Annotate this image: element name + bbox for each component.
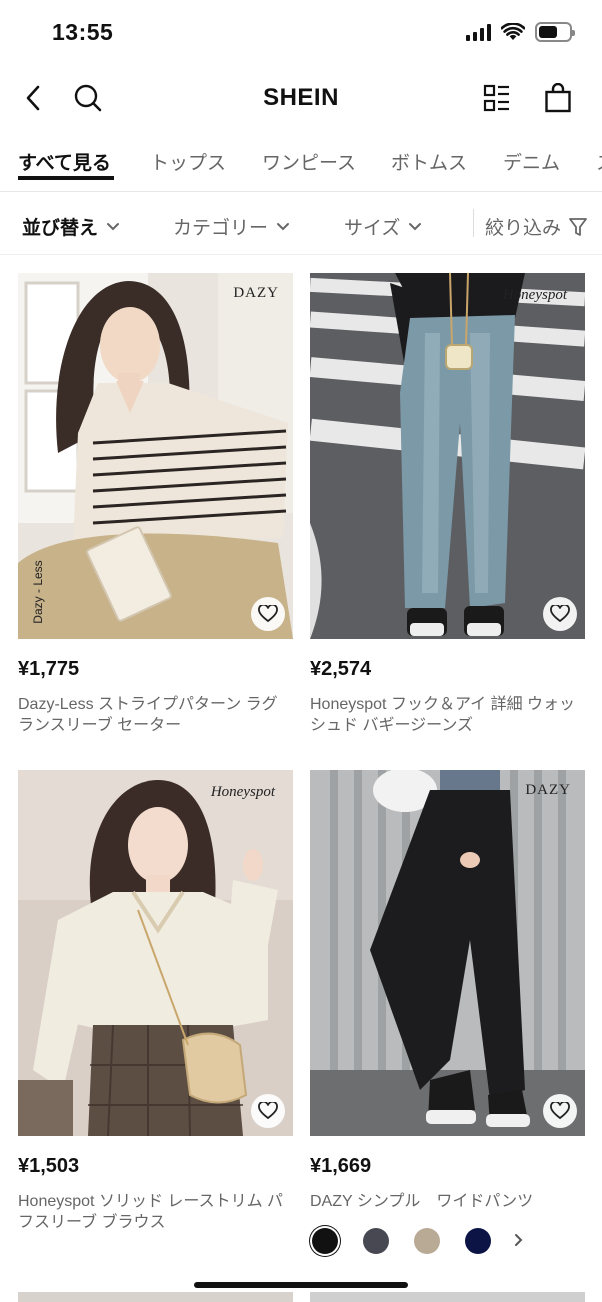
wishlist-button[interactable]: [251, 1094, 285, 1128]
color-swatches: [312, 1228, 524, 1254]
brand-logo: Honeyspot: [502, 287, 567, 303]
category-filter[interactable]: カテゴリー: [173, 213, 290, 240]
view-toggle-button[interactable]: [477, 78, 517, 118]
brand-logo: DAZY: [233, 285, 279, 301]
product-price: ¥1,503: [18, 1155, 80, 1177]
size-filter[interactable]: サイズ: [344, 213, 422, 240]
product-card[interactable]: Honeyspot ¥2,574 Honeyspot フック＆アイ 詳細 ウォッ…: [310, 273, 585, 734]
heart-icon: [258, 605, 278, 623]
product-title[interactable]: Honeyspot ソリッド レーストリム パフスリーブ ブラウス: [18, 1191, 293, 1233]
battery-icon: [535, 22, 575, 42]
color-swatch[interactable]: [414, 1228, 440, 1254]
home-indicator: [194, 1282, 408, 1288]
product-title[interactable]: DAZY シンプル ワイドパンツ: [310, 1191, 585, 1212]
cart-button[interactable]: [538, 78, 578, 118]
wifi-icon: [501, 23, 525, 40]
product-image[interactable]: DAZY: [310, 770, 585, 1136]
tab-tops[interactable]: トップス: [150, 148, 226, 175]
more-colors-button[interactable]: [514, 1231, 524, 1252]
next-product-peek: [18, 1292, 293, 1302]
brand-side-mark: Dazy - Less: [31, 560, 45, 624]
heart-icon: [550, 1102, 570, 1120]
tab-dresses[interactable]: ワンピース: [262, 148, 356, 175]
tab-denim[interactable]: デニム: [503, 148, 560, 175]
refine-label: 絞り込み: [485, 218, 562, 239]
product-price: ¥1,775: [18, 658, 80, 680]
product-card[interactable]: DAZY Dazy - Less ¥1,775 Dazy-Less ストライプパ…: [18, 273, 293, 734]
product-photo-wide-pants: [310, 770, 585, 1136]
grid-list-icon: [483, 84, 509, 112]
category-label: カテゴリー: [173, 218, 269, 239]
sort-filter[interactable]: 並び替え: [22, 213, 120, 240]
product-title[interactable]: Honeyspot フック＆アイ 詳細 ウォッシュド バギージーンズ: [310, 694, 585, 736]
wishlist-button[interactable]: [543, 597, 577, 631]
product-card[interactable]: DAZY ¥1,669 DAZY シンプル ワイドパンツ: [310, 770, 585, 1210]
product-photo-lace-blouse: [18, 770, 293, 1136]
category-tabs: すべて見る トップス ワンピース ボトムス デニム ス: [0, 140, 602, 192]
cellular-signal-icon: [466, 23, 491, 41]
color-swatch[interactable]: [312, 1228, 338, 1254]
product-title[interactable]: Dazy-Less ストライプパターン ラグランスリーブ セーター: [18, 694, 293, 736]
sort-label: 並び替え: [22, 218, 99, 239]
status-bar: 13:55: [0, 0, 602, 64]
chevron-down-icon: [107, 222, 120, 230]
size-label: サイズ: [344, 218, 401, 239]
navigation-bar: SHEIN: [0, 64, 602, 130]
chevron-down-icon: [409, 222, 422, 230]
product-price: ¥1,669: [310, 1155, 372, 1177]
brand-logo: DAZY: [525, 782, 571, 798]
filter-bar: 並び替え カテゴリー サイズ 絞り込み: [0, 193, 602, 255]
product-image[interactable]: DAZY Dazy - Less: [18, 273, 293, 639]
heart-icon: [258, 1102, 278, 1120]
shopping-bag-icon: [545, 83, 571, 113]
status-time: 13:55: [52, 19, 114, 45]
heart-icon: [550, 605, 570, 623]
product-photo-striped-sweater: [18, 273, 293, 639]
product-price: ¥2,574: [310, 658, 372, 680]
wishlist-button[interactable]: [251, 597, 285, 631]
tab-bottoms[interactable]: ボトムス: [391, 148, 467, 175]
chevron-down-icon: [277, 222, 290, 230]
chevron-right-icon: [515, 1233, 523, 1246]
tab-all[interactable]: すべて見る: [18, 148, 111, 175]
product-card[interactable]: Honeyspot ¥1,503 Honeyspot ソリッド レーストリム パ…: [18, 770, 293, 1231]
color-swatch[interactable]: [465, 1228, 491, 1254]
color-swatch[interactable]: [363, 1228, 389, 1254]
product-image[interactable]: Honeyspot: [18, 770, 293, 1136]
filter-divider: [473, 209, 474, 237]
brand-logo: Honeyspot: [210, 784, 275, 800]
tab-next[interactable]: ス: [596, 148, 602, 175]
active-tab-indicator: [18, 176, 114, 180]
filter-funnel-icon: [569, 217, 587, 236]
status-icons: [466, 22, 575, 42]
refine-filter[interactable]: 絞り込み: [485, 213, 587, 240]
next-product-peek: [310, 1292, 585, 1302]
product-photo-baggy-jeans: [310, 273, 585, 639]
wishlist-button[interactable]: [543, 1094, 577, 1128]
product-image[interactable]: Honeyspot: [310, 273, 585, 639]
